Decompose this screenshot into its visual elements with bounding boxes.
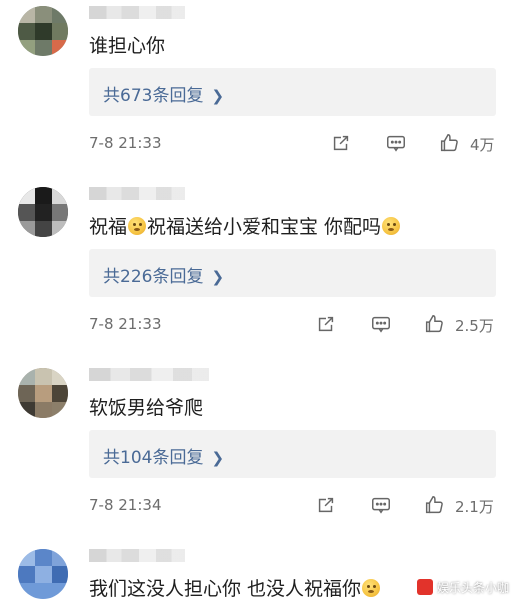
like-icon[interactable] [423, 494, 447, 518]
chevron-right-icon: ❯ [211, 87, 225, 105]
timestamp: 7-8 21:33 [89, 134, 162, 152]
emoji-icon [362, 579, 381, 597]
reply-count-label: 共673条回复 ❯ [103, 86, 225, 106]
like-count: 2.1万 [455, 498, 494, 516]
watermark-text: 娱乐头条小咖 [436, 580, 509, 595]
timestamp: 7-8 21:34 [89, 496, 162, 514]
username-blurred[interactable] [89, 368, 209, 381]
avatar[interactable] [18, 6, 68, 56]
repost-icon[interactable] [315, 494, 339, 518]
repost-icon[interactable] [315, 313, 339, 337]
comment-text: 祝福 祝福送给小爱和宝宝 你配吗 [89, 214, 401, 240]
chevron-right-icon: ❯ [211, 449, 225, 467]
reply-thread-link[interactable]: 共673条回复 ❯ [89, 68, 496, 116]
reply-count-label: 共226条回复 ❯ [103, 267, 225, 287]
repost-icon[interactable] [330, 132, 354, 156]
comment-text: 我们这没人担心你 也没人祝福你 [89, 576, 381, 602]
watermark: 娱乐头条小咖 [416, 577, 509, 597]
comment-text: 谁担心你 [89, 35, 166, 57]
avatar[interactable] [18, 368, 68, 418]
like-icon[interactable] [423, 313, 447, 337]
comment-meta: 7-8 21:33 [89, 132, 509, 156]
like-icon[interactable] [438, 132, 462, 156]
like-count: 2.5万 [455, 317, 494, 335]
username-blurred[interactable] [89, 549, 185, 562]
timestamp: 7-8 21:33 [89, 315, 162, 333]
avatar[interactable] [18, 549, 68, 599]
emoji-icon [382, 217, 401, 235]
brand-logo-icon [416, 579, 433, 595]
comment-feed: 谁担心你 共673条回复 ❯ 7-8 21:33 4万 祝福 祝福送给小爱和宝宝… [0, 0, 513, 603]
username-blurred[interactable] [89, 6, 185, 19]
comment-meta: 7-8 21:33 [89, 313, 509, 337]
chevron-right-icon: ❯ [211, 268, 225, 286]
like-count: 4万 [470, 136, 495, 154]
comment-icon[interactable] [370, 313, 394, 337]
comment-icon[interactable] [385, 132, 409, 156]
comment-meta: 7-8 21:34 2.1万 [89, 494, 509, 518]
emoji-icon [128, 217, 147, 235]
reply-count-label: 共104条回复 ❯ [103, 448, 225, 468]
reply-thread-link[interactable]: 共226条回复 ❯ [89, 249, 496, 297]
avatar[interactable] [18, 187, 68, 237]
reply-thread-link[interactable]: 共104条回复 ❯ [89, 430, 496, 478]
comment-text: 软饭男给爷爬 [89, 397, 204, 419]
comment-icon[interactable] [370, 494, 394, 518]
username-blurred[interactable] [89, 187, 185, 200]
